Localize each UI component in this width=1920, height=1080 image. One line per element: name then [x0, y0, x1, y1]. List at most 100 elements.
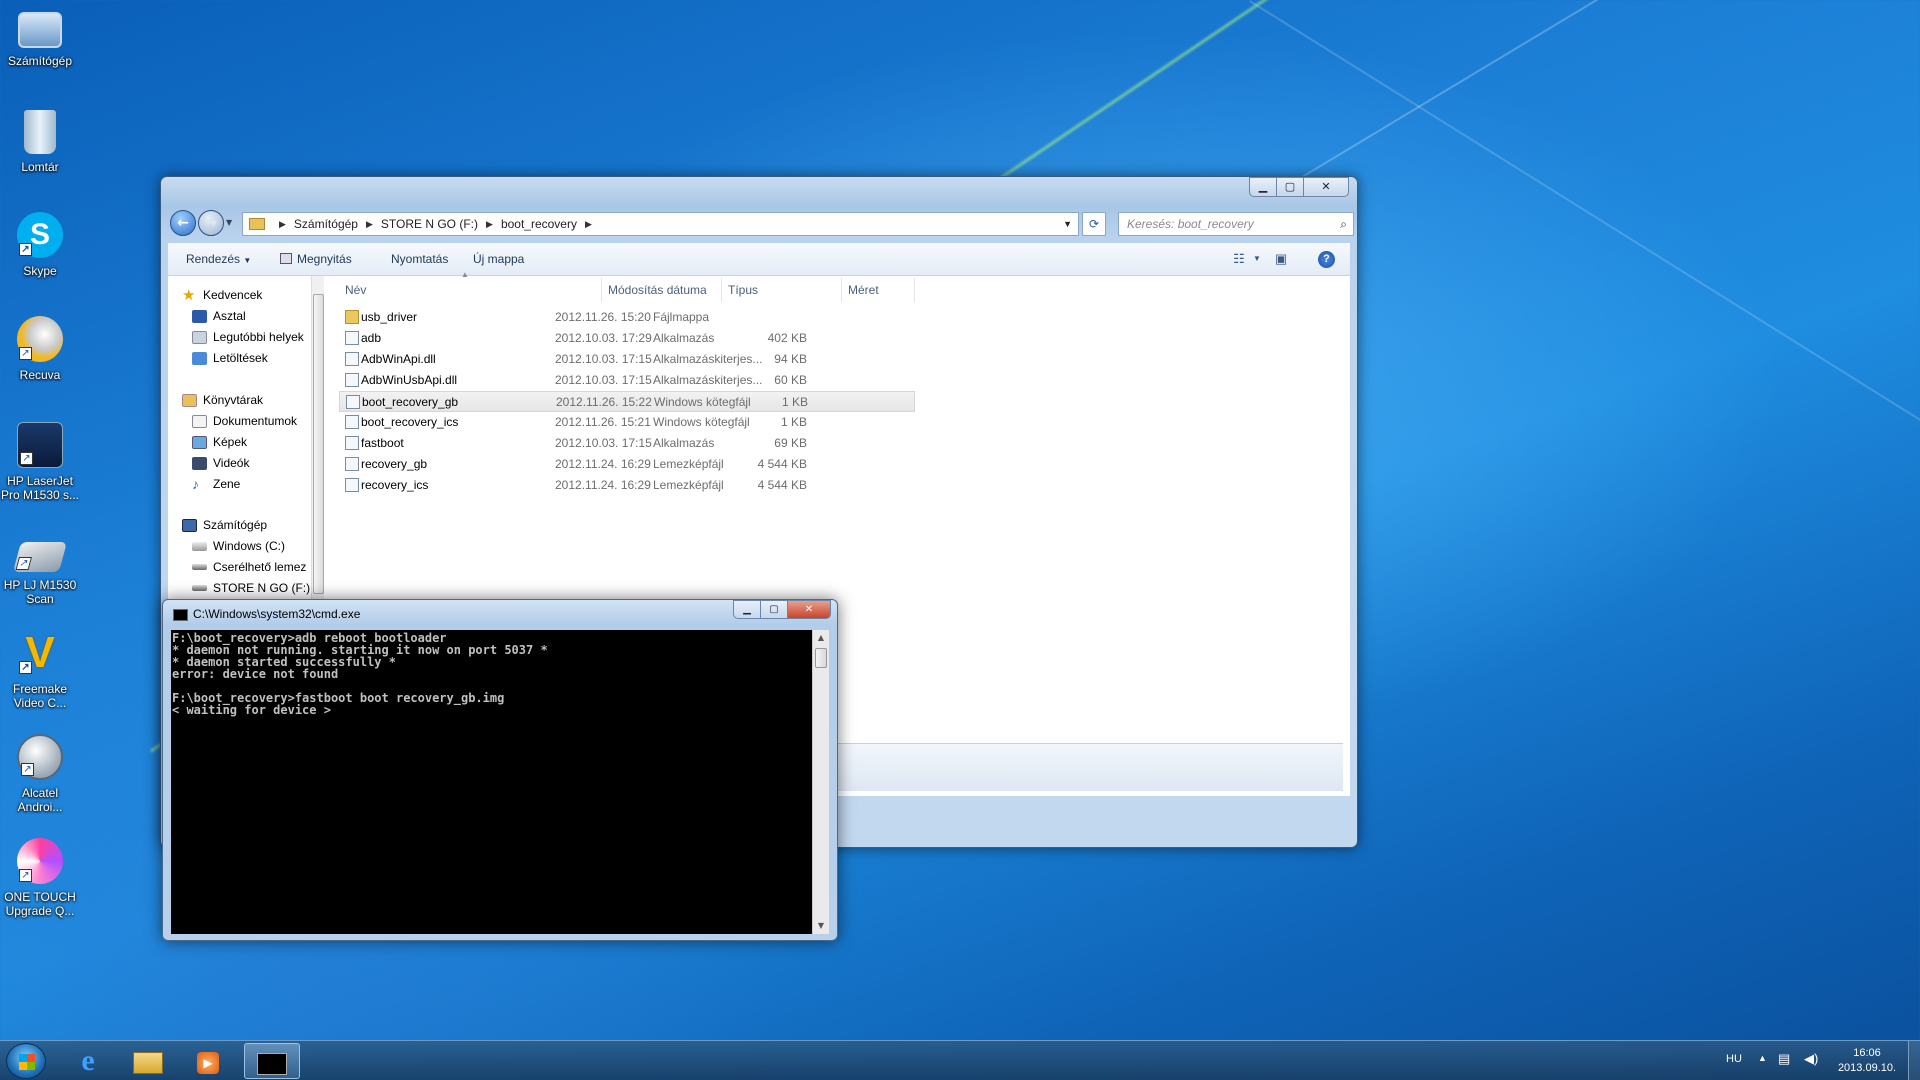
nav-drive-f[interactable]: STORE N GO (F:) — [192, 579, 310, 597]
column-name[interactable]: Név — [339, 278, 602, 302]
file-row[interactable]: boot_recovery_gb 2012.11.26. 15:22 Windows… — [339, 391, 915, 412]
column-type[interactable]: Típus — [722, 278, 842, 302]
volume-icon[interactable]: ◀) — [1804, 1051, 1818, 1067]
file-date: 2012.11.26. 15:20 — [555, 310, 651, 324]
nav-label: Zene — [213, 477, 241, 491]
language-indicator[interactable]: HU — [1726, 1053, 1742, 1065]
libraries-icon — [182, 393, 197, 407]
address-bar[interactable]: ▶ Számítógép ▶ STORE N GO (F:) ▶ boot_re… — [242, 212, 1079, 236]
back-button[interactable]: ← — [170, 210, 196, 236]
desktop-icon-hp-scan[interactable]: ↗ HP LJ M1530 Scan — [0, 530, 80, 606]
nav-videos[interactable]: Videók — [192, 454, 249, 472]
desktop-icon-freemake[interactable]: V ↗ Freemake Video C... — [0, 630, 80, 711]
breadcrumb-item[interactable]: Számítógép — [294, 217, 358, 231]
file-row[interactable]: fastboot 2012.10.03. 17:15 Alkalmazás 69 KB — [339, 433, 915, 454]
console-scrollbar[interactable]: ▲ ▼ — [812, 630, 829, 934]
file-row[interactable]: recovery_ics 2012.11.24. 16:29 Lemezképfáj… — [339, 475, 915, 496]
desktop-icon-computer[interactable]: Számítógép — [0, 8, 80, 68]
print-button[interactable]: Nyomtatás — [391, 252, 448, 266]
close-button[interactable]: ✕ — [1303, 177, 1349, 197]
desktop-icon-onetouch[interactable]: ↗ ONE TOUCH Upgrade Q... — [0, 838, 80, 918]
forward-button[interactable]: → — [198, 210, 224, 236]
file-date: 2012.11.26. 15:21 — [555, 415, 651, 429]
nav-favorites[interactable]: ★ Kedvencek — [182, 286, 262, 304]
start-button[interactable] — [6, 1043, 46, 1079]
file-icon — [345, 352, 359, 366]
file-icon — [345, 478, 359, 492]
open-button[interactable]: Megnyitás — [280, 252, 352, 266]
nav-music[interactable]: ♪ Zene — [192, 475, 240, 493]
minimize-button[interactable]: ▁ — [1249, 177, 1276, 197]
view-dropdown-icon[interactable]: ▼ — [1246, 249, 1268, 269]
shortcut-arrow-icon: ↗ — [19, 347, 32, 360]
breadcrumb-item[interactable]: STORE N GO (F:) — [381, 217, 478, 231]
taskbar-ie-icon[interactable]: e — [60, 1043, 116, 1079]
nav-downloads[interactable]: Letöltések — [192, 349, 268, 367]
minimize-button[interactable]: ▁ — [733, 600, 760, 619]
file-row[interactable]: AdbWinApi.dll 2012.10.03. 17:15 Alkalmazás… — [339, 349, 915, 370]
organize-label: Rendezés — [186, 252, 241, 266]
nav-desktop[interactable]: Asztal — [192, 307, 246, 325]
file-row[interactable]: recovery_gb 2012.11.24. 16:29 Lemezképfájl… — [339, 454, 915, 475]
address-dropdown-icon[interactable]: ▼ — [1063, 219, 1072, 229]
breadcrumb-separator-icon[interactable]: ▶ — [585, 219, 592, 230]
scroll-down-icon[interactable]: ▼ — [813, 918, 829, 934]
refresh-button[interactable]: ⟳ — [1082, 212, 1106, 236]
organize-button[interactable]: Rendezés ▼ — [186, 252, 251, 266]
file-icon — [345, 457, 359, 471]
file-date: 2012.10.03. 17:15 — [555, 436, 652, 450]
nav-computer[interactable]: Számítógép — [182, 516, 267, 534]
column-size[interactable]: Méret — [842, 278, 915, 302]
search-input[interactable]: Keresés: boot_recovery ⌕ — [1118, 212, 1354, 236]
maximize-button[interactable]: ▢ — [760, 600, 787, 619]
file-size: 1 KB — [781, 395, 808, 409]
taskbar-media-player-icon[interactable]: ▶ — [180, 1043, 236, 1079]
clock[interactable]: 16:06 2013.09.10. — [1822, 1046, 1912, 1076]
nav-drive-c[interactable]: Windows (C:) — [192, 537, 285, 555]
nav-removable-disk[interactable]: Cserélhető lemez — [192, 558, 306, 576]
file-row[interactable]: boot_recovery_ics 2012.11.26. 15:21 Window… — [339, 412, 915, 433]
desktop-icon-alcatel[interactable]: ↗ Alcatel Androi... — [0, 734, 80, 814]
file-size: 402 KB — [767, 331, 807, 345]
help-icon[interactable]: ? — [1318, 251, 1335, 268]
recent-pages-chevron-icon[interactable]: ▼ — [226, 218, 232, 227]
file-row[interactable]: AdbWinUsbApi.dll 2012.10.03. 17:15 Alkalma… — [339, 370, 915, 391]
documents-icon — [192, 414, 207, 428]
desktop-icon-recycle-bin[interactable]: Lomtár — [0, 110, 80, 174]
scroll-up-icon[interactable]: ▲ — [813, 630, 829, 646]
nav-pictures[interactable]: Képek — [192, 433, 247, 451]
search-placeholder: Keresés: boot_recovery — [1127, 217, 1254, 231]
file-row[interactable]: usb_driver 2012.11.26. 15:20 Fájlmappa — [339, 307, 915, 328]
file-icon — [345, 331, 359, 345]
scrollbar-thumb[interactable] — [313, 294, 324, 594]
taskbar-explorer-icon[interactable] — [120, 1043, 176, 1079]
desktop-icon-recuva[interactable]: ↗ Recuva — [0, 316, 80, 382]
desktop-icon-hp-laserjet[interactable]: ↗ HP LaserJet Pro M1530 s... — [0, 422, 80, 502]
breadcrumb-separator-icon[interactable]: ▶ — [486, 219, 493, 230]
show-desktop-button[interactable] — [1908, 1041, 1920, 1080]
close-button[interactable]: ✕ — [787, 600, 831, 619]
console-output[interactable]: F:\boot_recovery>adb reboot bootloader *… — [171, 630, 812, 934]
taskbar: e ▶ HU ▲ ▤ ◀) 16:06 2013.09.10. — [0, 1040, 1920, 1080]
hp-printer-icon: ↗ — [17, 422, 63, 468]
nav-documents[interactable]: Dokumentumok — [192, 412, 297, 430]
breadcrumb-separator-icon[interactable]: ▶ — [366, 219, 373, 230]
preview-pane-icon[interactable]: ▣ — [1270, 249, 1292, 269]
navigation-scrollbar[interactable] — [311, 276, 324, 602]
breadcrumb-item[interactable]: boot_recovery — [501, 217, 577, 231]
file-row[interactable]: adb 2012.10.03. 17:29 Alkalmazás 402 KB — [339, 328, 915, 349]
breadcrumb-separator-icon[interactable]: ▶ — [279, 219, 286, 230]
removable-drive-icon — [192, 564, 207, 570]
maximize-button[interactable]: ▢ — [1276, 177, 1303, 197]
scrollbar-thumb[interactable] — [815, 648, 827, 668]
new-folder-button[interactable]: Új mappa — [473, 252, 524, 266]
column-date[interactable]: Módosítás dátuma — [602, 278, 722, 302]
nav-recent-places[interactable]: Legutóbbi helyek — [192, 328, 304, 346]
show-hidden-icons-icon[interactable]: ▲ — [1758, 1053, 1767, 1063]
taskbar-cmd-button[interactable] — [244, 1043, 300, 1079]
desktop-icon-skype[interactable]: S ↗ Skype — [0, 212, 80, 278]
network-icon[interactable]: ▤ — [1778, 1051, 1790, 1067]
file-type: Alkalmazás — [653, 331, 715, 345]
nav-libraries[interactable]: Könyvtárak — [182, 391, 263, 409]
skype-icon: S ↗ — [17, 212, 63, 258]
